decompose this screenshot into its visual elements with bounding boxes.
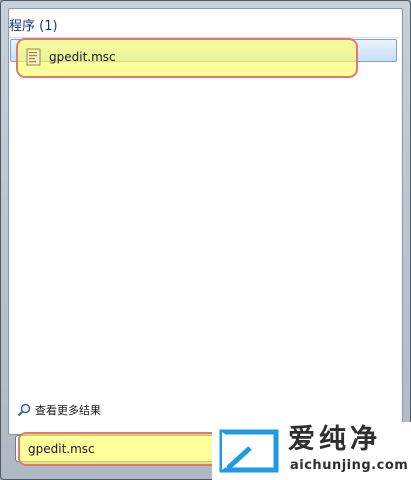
- section-title: 程序 (1): [9, 19, 58, 34]
- search-icon: [17, 403, 31, 417]
- watermark: 爱纯净 aichunjing.com: [212, 422, 411, 480]
- watermark-url: aichunjing.com: [290, 458, 409, 473]
- watermark-name: 爱纯净: [288, 424, 381, 455]
- see-more-results-link[interactable]: 查看更多结果: [17, 402, 101, 418]
- msc-file-icon: [26, 48, 41, 66]
- search-input-value[interactable]: gpedit.msc: [28, 441, 95, 457]
- result-item-label[interactable]: gpedit.msc: [49, 49, 116, 65]
- see-more-results-label[interactable]: 查看更多结果: [35, 402, 101, 418]
- section-header-programs: 程序 (1): [9, 15, 399, 38]
- logo-icon: [219, 429, 279, 473]
